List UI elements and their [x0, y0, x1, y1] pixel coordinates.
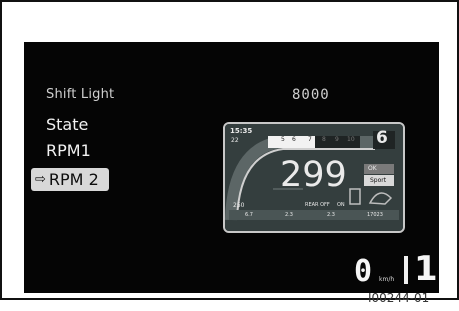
preview-status-ok: OK	[368, 165, 377, 172]
selection-arrow-icon: ⇨	[35, 172, 46, 187]
preview-speed: 299	[280, 155, 347, 195]
preview-mode: Sport	[370, 177, 387, 184]
menu-title: Shift Light	[46, 87, 115, 102]
preview-rpm-7: 7	[308, 136, 312, 143]
status-gear: 1	[414, 249, 438, 289]
status-speed-unit: km/h	[379, 276, 395, 283]
status-speed: 0	[354, 254, 373, 289]
preview-low-value: 250	[233, 202, 245, 209]
figure-id: I00244-01	[368, 291, 430, 305]
menu-item-rpm2-label: RPM 2	[48, 170, 99, 189]
preview-bottom-1: 6.7	[245, 212, 253, 218]
preview-time: 15:35	[230, 127, 253, 135]
preview-temperature: 22	[231, 137, 239, 144]
menu-item-state[interactable]: State	[46, 115, 88, 134]
preview-rpm-5: 5	[281, 136, 285, 143]
dashboard-screen: Shift Light State RPM1 ⇨ RPM 2 8000 15:3…	[24, 42, 439, 293]
menu-item-rpm2-selected[interactable]: ⇨ RPM 2	[31, 168, 109, 191]
preview-label-rear: REAR OFF	[305, 202, 330, 208]
figure-frame: Shift Light State RPM1 ⇨ RPM 2 8000 15:3…	[0, 0, 459, 300]
preview-rpm-8: 8	[322, 136, 326, 143]
preview-rpm-9: 9	[335, 136, 339, 143]
status-separator	[404, 256, 408, 284]
preview-gear: 6	[376, 128, 388, 148]
preview-rpm-6: 6	[292, 136, 296, 143]
dashboard-preview: 15:35 22 5 6 7 8 9 10 6 299 OK Sport 250…	[223, 122, 405, 233]
menu-item-rpm1[interactable]: RPM1	[46, 141, 91, 160]
preview-bottom-4: 17023	[367, 212, 383, 218]
preview-rpm-10: 10	[347, 136, 355, 143]
preview-bottom-2: 2.3	[285, 212, 293, 218]
setting-value: 8000	[292, 87, 330, 103]
preview-label-on: ON	[337, 202, 345, 208]
preview-bottom-3: 2.3	[327, 212, 335, 218]
